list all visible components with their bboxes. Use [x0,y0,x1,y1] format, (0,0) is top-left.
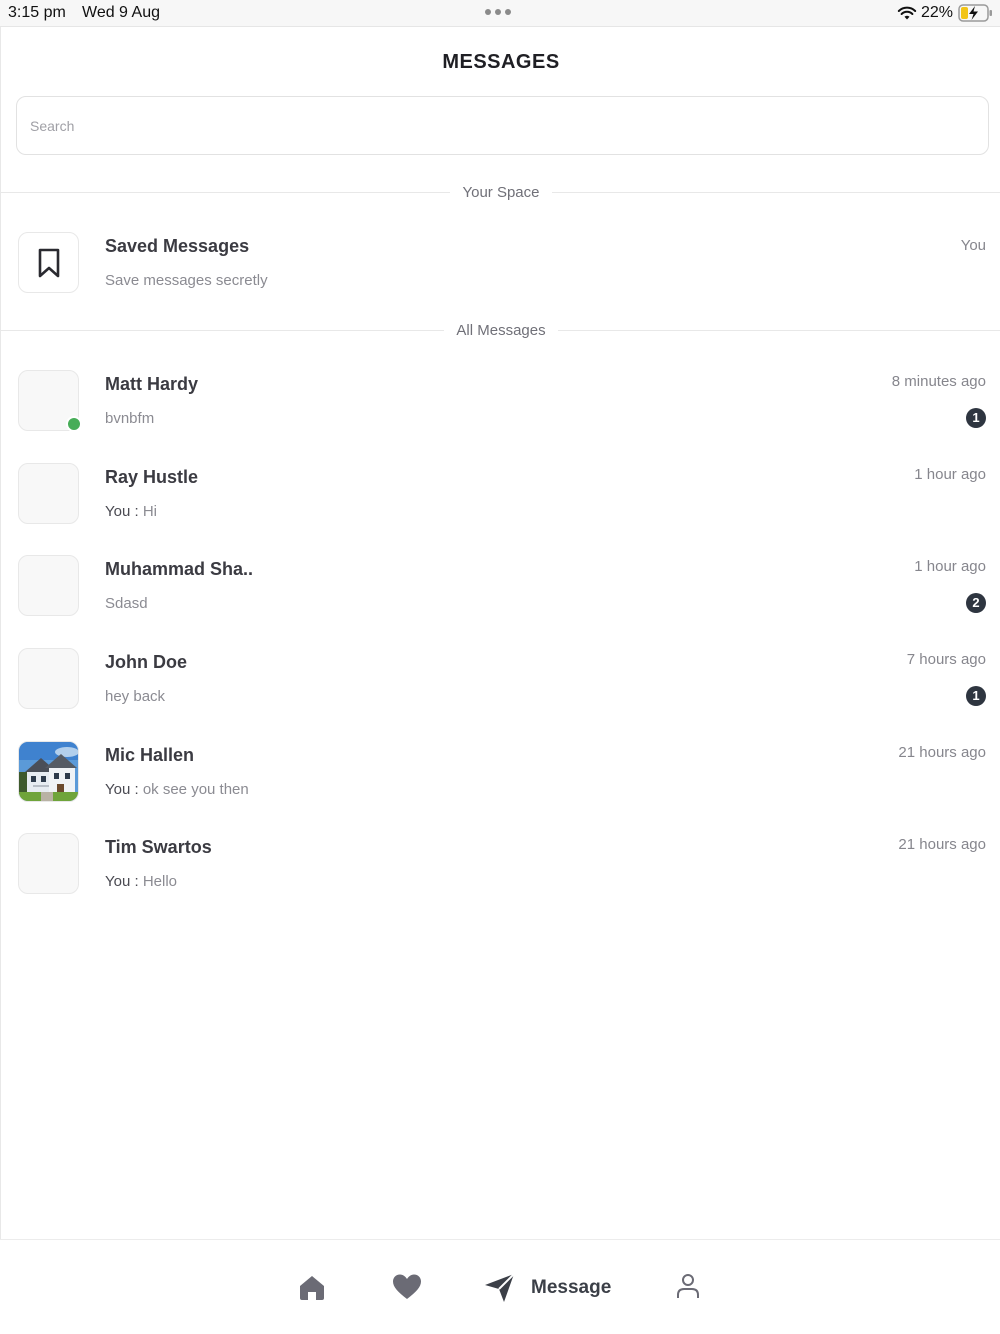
message-time: 8 minutes ago [891,373,986,390]
tab-message-label: Message [531,1277,612,1298]
conversation-row[interactable]: Muhammad Sha.. Sdasd 1 hour ago 2 [1,555,1000,619]
bottom-tab-bar: Message [0,1239,1000,1334]
user-icon [677,1274,699,1298]
saved-messages-title: Saved Messages [105,236,250,256]
battery-charging-icon [958,4,992,22]
message-preview: You : Hi [105,503,157,520]
online-status-dot [66,416,82,432]
bookmark-icon [38,248,59,277]
avatar [18,555,79,616]
contact-name: Muhammad Sha.. [105,559,254,579]
messages-screen: MESSAGES Your Space Saved Messages Save … [0,27,1000,1239]
message-preview: Sdasd [105,595,148,612]
status-time: 3:15 pm [8,4,66,21]
contact-name: John Doe [105,652,188,672]
saved-messages-subtitle: Save messages secretly [105,272,268,289]
message-preview: You : ok see you then [105,781,249,798]
conversation-row[interactable]: Ray Hustle You : Hi 1 hour ago [1,463,1000,527]
saved-messages-avatar [18,232,79,293]
wifi-icon [897,6,917,20]
unread-badge: 1 [966,686,986,706]
message-time: 7 hours ago [906,651,986,668]
section-label-your-space: Your Space [1,184,1000,202]
multitasking-dots-icon[interactable] [485,9,511,15]
conversation-row[interactable]: Matt Hardy bvnbfm 8 minutes ago 1 [1,370,1000,434]
avatar [18,648,79,709]
message-time: 1 hour ago [914,466,986,483]
contact-name: Ray Hustle [105,467,199,487]
status-bar: 3:15 pm Wed 9 Aug 22% [0,0,1000,27]
avatar [18,833,79,894]
avatar [18,463,79,524]
saved-messages-row[interactable]: Saved Messages Save messages secretly Yo… [1,232,1000,296]
unread-badge: 1 [966,408,986,428]
conversation-row[interactable]: Tim Swartos You : Hello 21 hours ago [1,833,1000,897]
message-time: 21 hours ago [898,744,986,761]
send-icon [485,1273,515,1302]
house-photo-avatar [18,741,79,802]
tab-message[interactable]: Message [484,1273,611,1303]
home-icon [300,1276,324,1300]
contact-name: Matt Hardy [105,374,199,394]
battery-percent: 22% [921,4,954,21]
message-preview: hey back [105,688,166,705]
heart-icon [393,1274,421,1299]
status-date: Wed 9 Aug [82,4,160,21]
search-box[interactable] [16,96,989,155]
saved-messages-owner: You [960,237,986,254]
tab-home[interactable] [298,1273,326,1301]
section-label-all-messages: All Messages [1,322,1000,340]
conversation-row[interactable]: Mic Hallen You : ok see you then 21 hour… [1,741,1000,805]
message-time: 21 hours ago [898,836,986,853]
contact-name: Tim Swartos [105,837,212,857]
message-time: 1 hour ago [914,558,986,575]
search-input[interactable] [17,97,988,154]
contact-name: Mic Hallen [105,745,195,765]
message-preview: You : Hello [105,873,178,890]
tab-profile[interactable] [676,1273,700,1299]
tab-favorites[interactable] [392,1273,422,1301]
unread-badge: 2 [966,593,986,613]
page-title: MESSAGES [442,51,560,73]
message-preview: bvnbfm [105,410,155,427]
conversation-row[interactable]: John Doe hey back 7 hours ago 1 [1,648,1000,712]
